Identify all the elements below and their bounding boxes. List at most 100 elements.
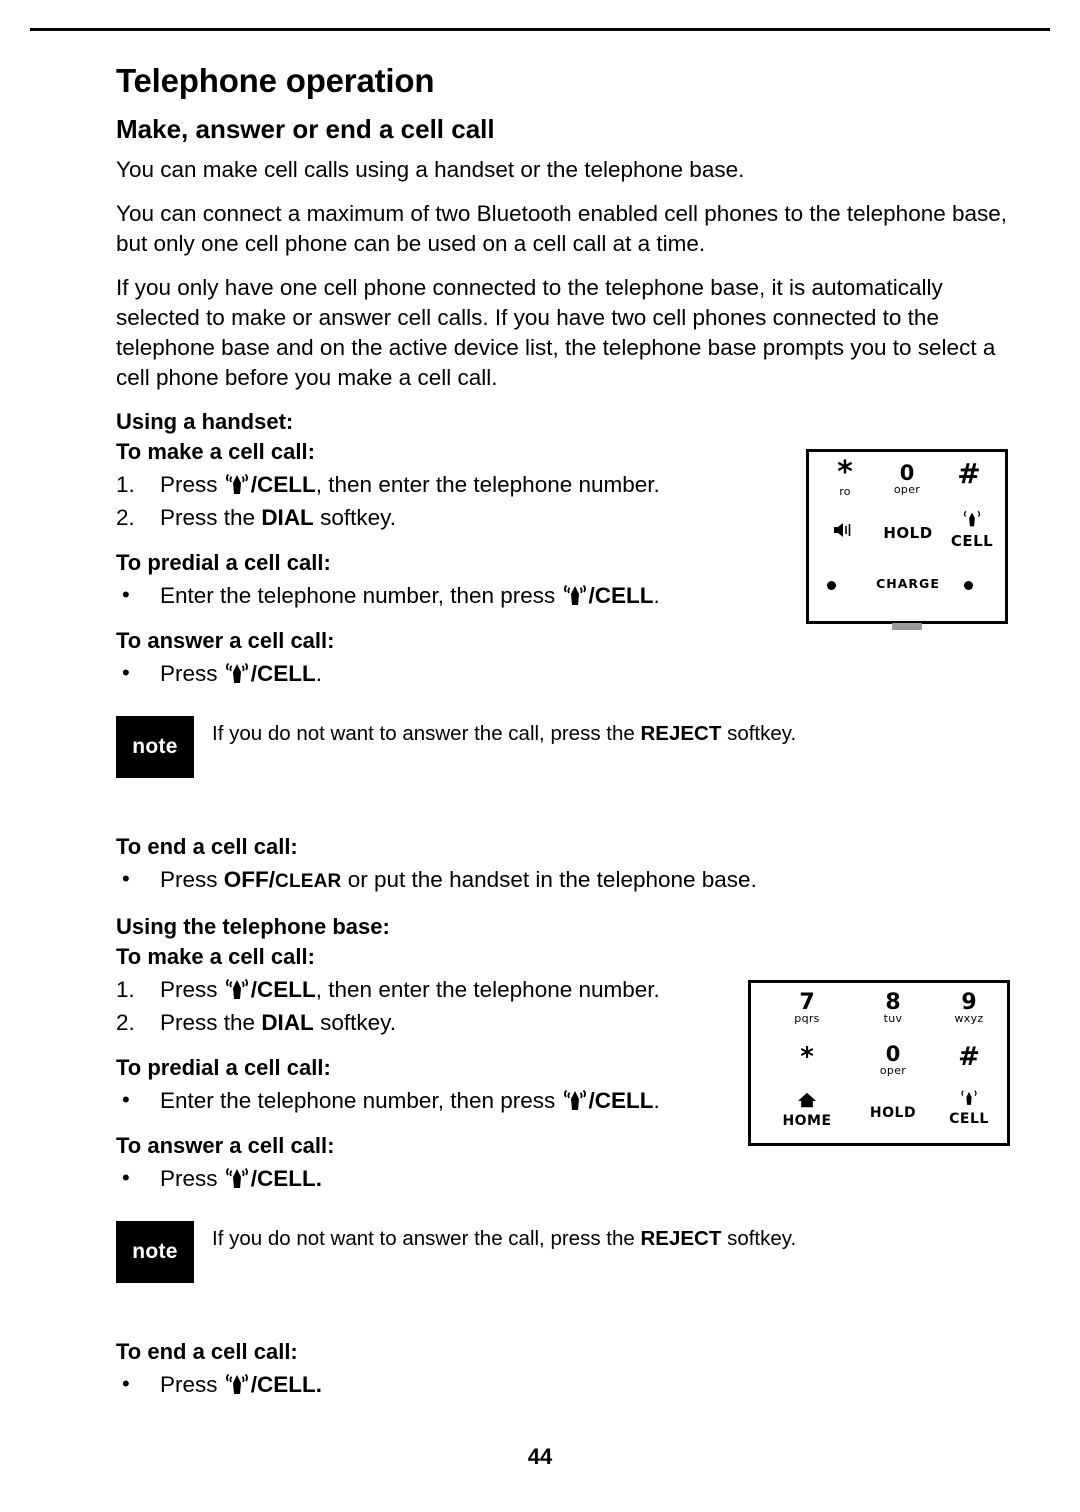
handset-end-heading: To end a cell call: <box>116 834 298 859</box>
cell-icon <box>224 1372 250 1396</box>
keypad-key-star: * <box>800 1042 814 1072</box>
list-item: • Press /CELL. <box>116 1369 1008 1401</box>
bullet-dot: • <box>122 1087 130 1112</box>
keypad-key-home: HOME <box>769 1091 845 1129</box>
bullet-text-pre: Press <box>160 1166 218 1191</box>
handset-answer-list: • Press /CELL. <box>116 658 1008 690</box>
keypad-key-star: * ro <box>837 455 853 498</box>
keypad-key-hold: HOLD <box>883 524 933 542</box>
handset-answer-heading: To answer a cell call: <box>116 628 335 653</box>
off-key-label: OFF/ <box>223 867 276 892</box>
reject-key-label: REJECT <box>640 722 722 745</box>
charge-led-left <box>827 575 836 594</box>
step-text-pre: Press the <box>160 1010 256 1035</box>
clear-key-label: CLEAR <box>275 871 342 892</box>
bullet-text-post: . <box>653 583 660 608</box>
base-heading: Using the telephone base: <box>116 914 390 939</box>
section-title: Make, answer or end a cell call <box>116 114 495 144</box>
list-item: • Press OFF/CLEAR or put the handset in … <box>116 864 1008 898</box>
intro-paragraph-1: You can make cell calls using a handset … <box>116 157 745 182</box>
bullet-text-post: . <box>315 661 323 686</box>
keypad-key-cell: CELL <box>941 510 1003 550</box>
list-item: • Press /CELL. <box>116 658 1008 690</box>
step-text-post: softkey. <box>320 505 396 530</box>
note-text: If you do not want to answer the call, p… <box>212 716 1008 748</box>
header-rule <box>30 28 1050 31</box>
bullet-dot: • <box>122 866 130 891</box>
keypad-key-0: 0 oper <box>879 1042 907 1077</box>
bullet-text-post: . <box>315 1166 323 1191</box>
handset-end-list: • Press OFF/CLEAR or put the handset in … <box>116 864 1008 898</box>
bullet-text-pre: Press <box>160 1372 218 1397</box>
chapter-title: Telephone operation <box>116 62 435 99</box>
manual-page: Telephone operation Make, answer or end … <box>0 0 1080 1512</box>
list-item: • Press /CELL. <box>116 1163 1008 1195</box>
keypad-key-cell: CELL <box>931 1089 1007 1127</box>
handset-note: note If you do not want to answer the ca… <box>116 716 1008 778</box>
bullet-text-post: . <box>653 1088 660 1113</box>
keypad-key-0: 0 oper <box>893 461 921 496</box>
bullet-text-pre: Press <box>160 661 218 686</box>
reject-key-label: REJECT <box>640 1227 722 1250</box>
handset-heading: Using a handset: <box>116 409 294 434</box>
intro-paragraph-3: If you only have one cell phone connecte… <box>116 275 996 390</box>
intro-paragraph-2: You can connect a maximum of two Bluetoo… <box>116 201 1008 256</box>
bullet-text-post: or put the handset in the telephone base… <box>347 867 757 892</box>
cell-icon <box>562 1088 588 1112</box>
cell-icon <box>224 472 250 496</box>
cell-key-label: /CELL <box>250 977 316 1002</box>
note-badge: note <box>116 716 194 778</box>
keypad-key-7: 7 pqrs <box>794 990 820 1025</box>
note-text-pre: If you do not want to answer the call, p… <box>212 722 635 745</box>
bullet-dot: • <box>122 1371 130 1396</box>
charge-led-right <box>964 575 973 594</box>
base-make-heading: To make a cell call: <box>116 944 315 969</box>
bullet-dot: • <box>122 660 130 685</box>
cell-key-label: /CELL <box>250 1372 316 1397</box>
bullet-dot: • <box>122 582 130 607</box>
step-number: 2. <box>116 505 135 530</box>
step-text-pre: Press the <box>160 505 256 530</box>
step-text-post: , then enter the telephone number. <box>315 472 660 497</box>
base-end-heading: To end a cell call: <box>116 1339 298 1364</box>
cell-key-label: /CELL <box>588 1088 654 1113</box>
step-text-post: softkey. <box>320 1010 396 1035</box>
bullet-text-post: . <box>315 1372 323 1397</box>
keypad-key-8: 8 tuv <box>883 990 903 1025</box>
base-keypad-figure: 7 pqrs 8 tuv 9 wxyz * 0 oper # HOME HOLD… <box>748 980 1010 1146</box>
charge-label: CHARGE <box>876 576 940 591</box>
cell-icon <box>224 661 250 685</box>
step-text-post: , then enter the telephone number. <box>315 977 660 1002</box>
keypad-key-hold: HOLD <box>869 1105 917 1121</box>
dial-key-label: DIAL <box>261 1010 314 1035</box>
cell-key-label: /CELL <box>250 1166 316 1191</box>
bullet-text-pre: Enter the telephone number, then press <box>160 583 556 608</box>
speaker-mute-icon <box>815 520 875 544</box>
keypad-key-hash: # <box>958 1042 980 1072</box>
cell-icon <box>562 583 588 607</box>
step-text-pre: Press <box>160 472 218 497</box>
bullet-text-pre: Press <box>160 867 218 892</box>
note-text-pre: If you do not want to answer the call, p… <box>212 1227 635 1250</box>
note-badge: note <box>116 1221 194 1283</box>
cell-key-label: /CELL <box>588 583 654 608</box>
step-number: 1. <box>116 472 135 497</box>
handset-keypad-figure: * ro 0 oper # HOLD CELL CHARGE <box>806 449 1008 630</box>
cell-icon <box>224 977 250 1001</box>
keypad-key-hash: # <box>957 457 981 490</box>
keypad-key-9: 9 wxyz <box>954 990 984 1025</box>
bullet-text-pre: Enter the telephone number, then press <box>160 1088 556 1113</box>
cell-key-label: /CELL <box>250 472 316 497</box>
bullet-dot: • <box>122 1165 130 1190</box>
note-text-post: softkey. <box>727 722 797 745</box>
page-number: 44 <box>527 1444 553 1469</box>
charge-contact-bar <box>892 623 922 630</box>
step-number: 1. <box>116 977 135 1002</box>
base-end-list: • Press /CELL. <box>116 1369 1008 1401</box>
note-text-post: softkey. <box>727 1227 797 1250</box>
dial-key-label: DIAL <box>261 505 314 530</box>
cell-key-label: /CELL <box>250 661 316 686</box>
cell-icon <box>224 1166 250 1190</box>
step-number: 2. <box>116 1010 135 1035</box>
note-text: If you do not want to answer the call, p… <box>212 1221 1008 1253</box>
